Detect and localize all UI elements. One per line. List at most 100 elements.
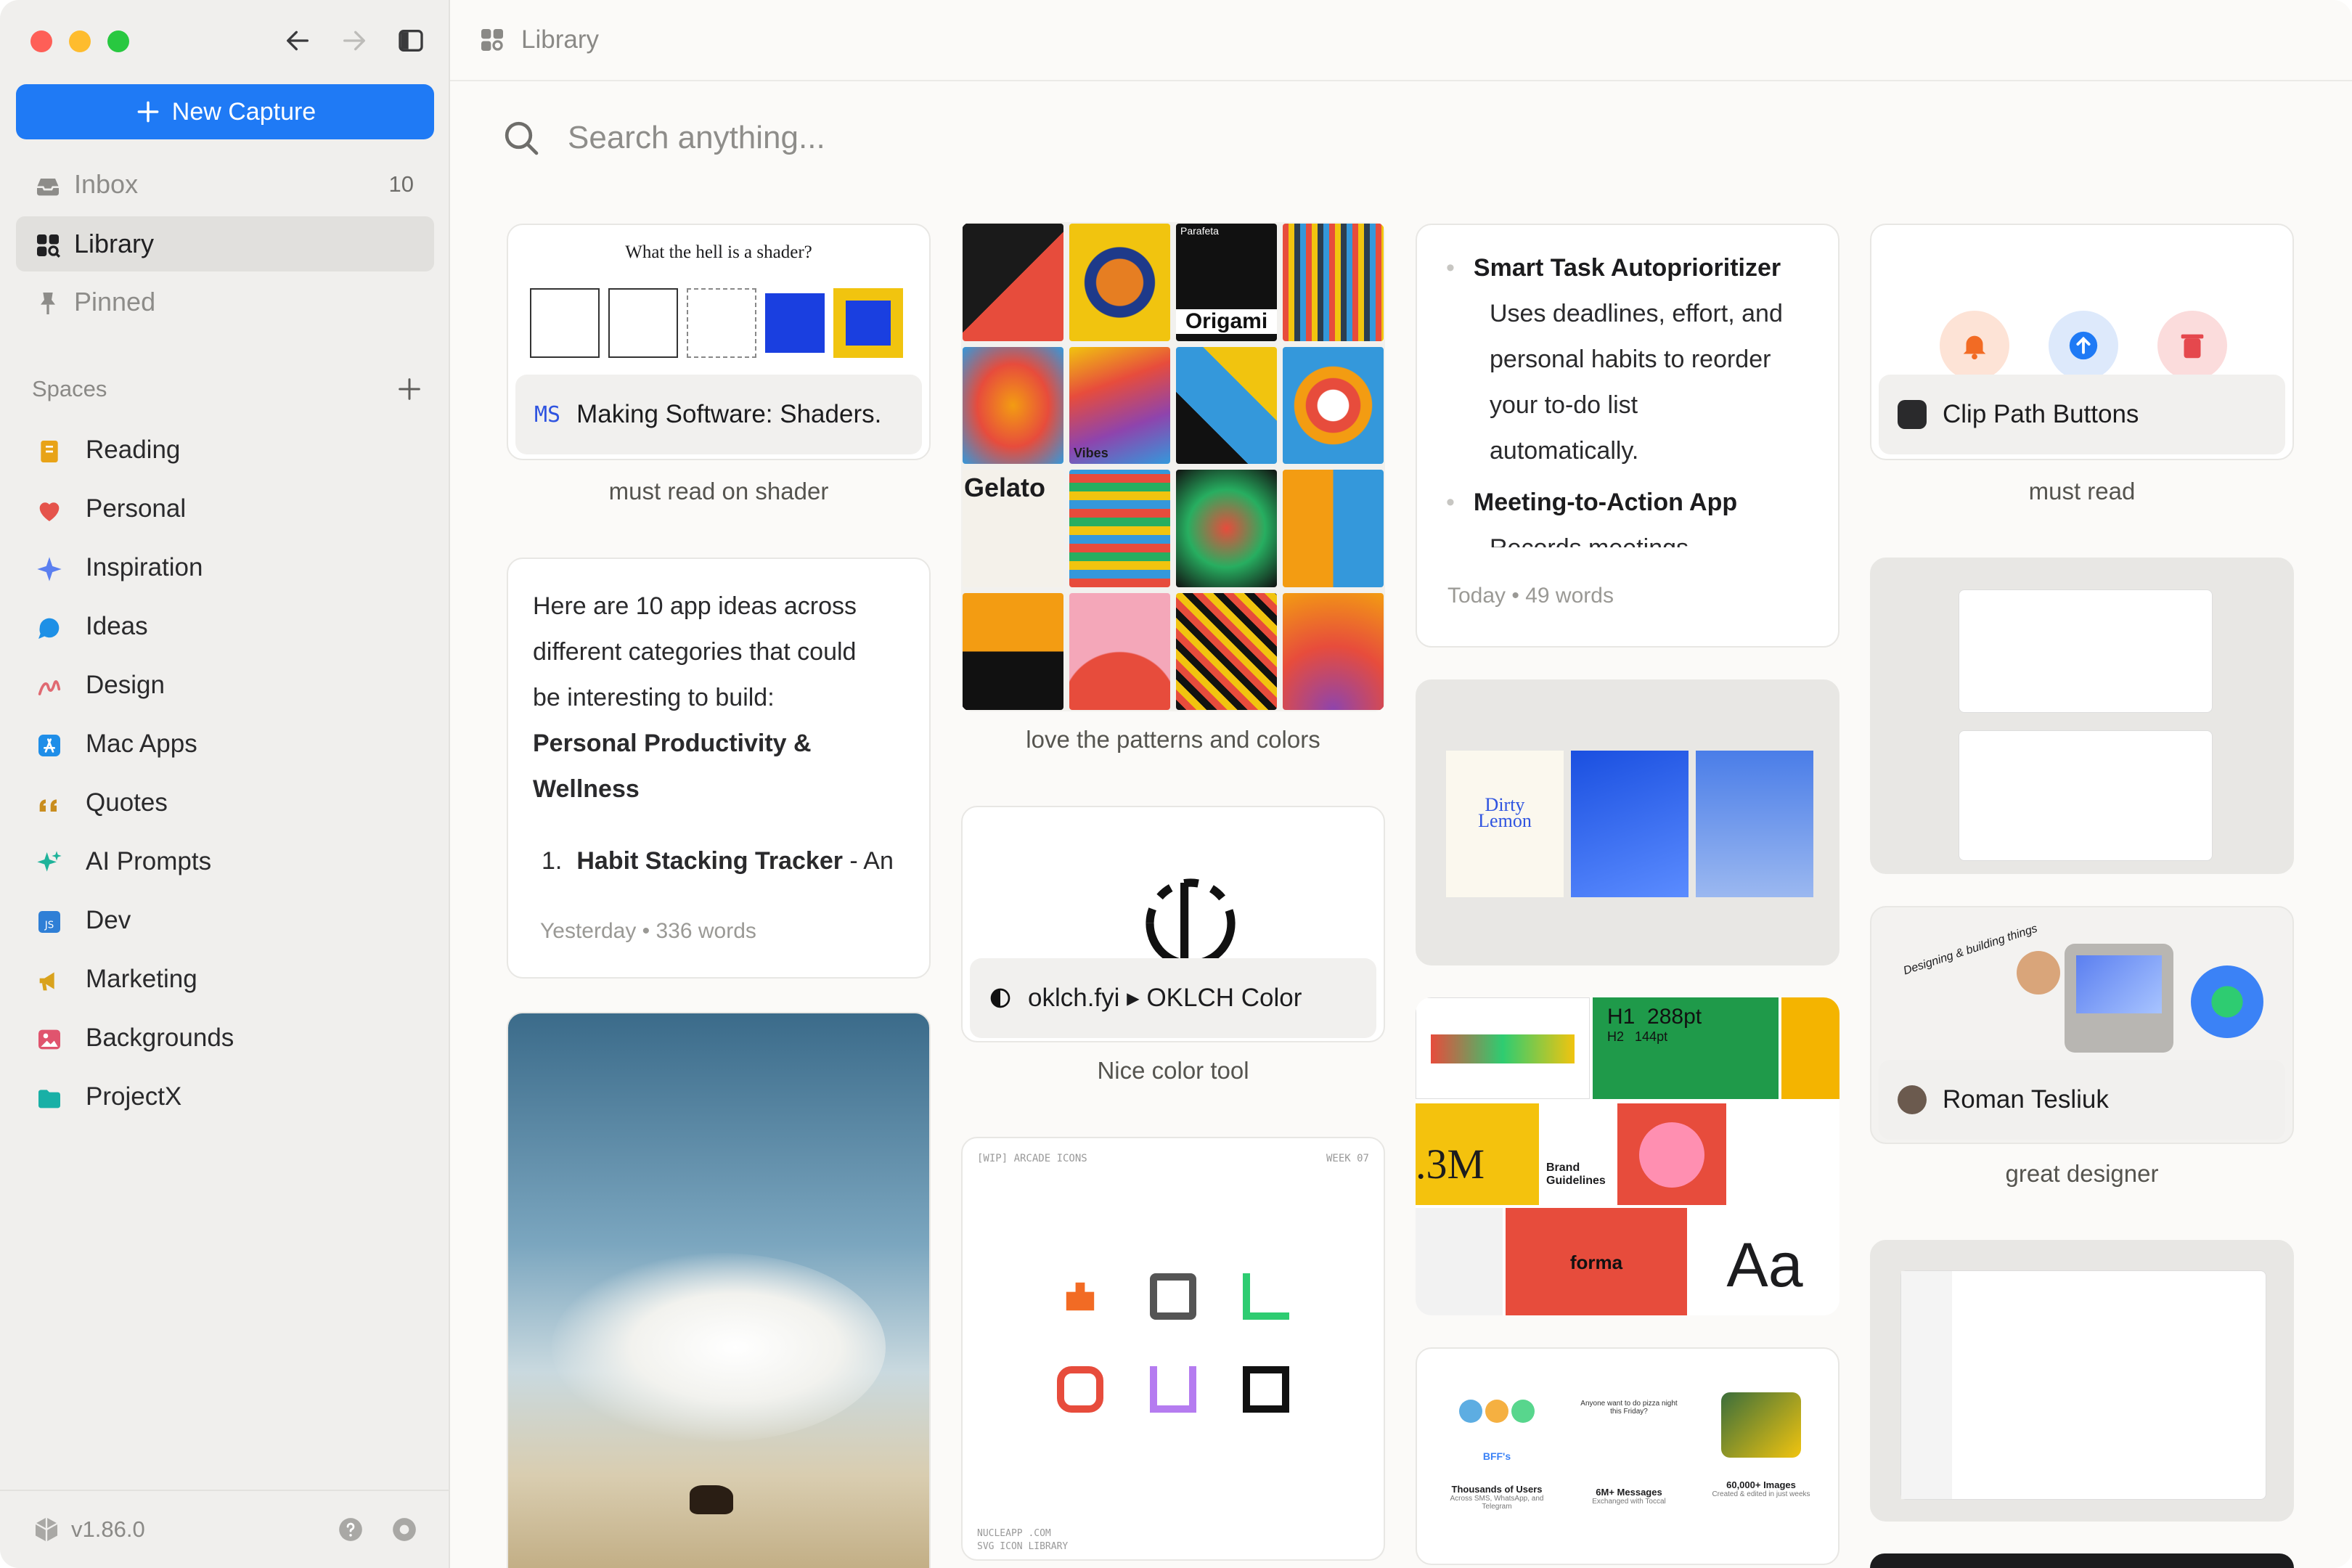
sidebar-space-mac-apps[interactable]: Mac Apps [16, 716, 434, 772]
new-capture-button[interactable]: New Capture [16, 84, 434, 139]
space-label: ProjectX [86, 1082, 182, 1111]
card-forma-brand[interactable]: H1 288pt H2 144pt .3M Brand Guidelines f… [1416, 997, 1839, 1315]
main-content: Library Search anything... What the hell… [450, 0, 2352, 1568]
list-item: 1. Habit Stacking Tracker - An [533, 838, 907, 884]
sidebar-space-quotes[interactable]: Quotes [16, 775, 434, 830]
oklch-title: oklch.fyi ▸ OKLCH Color [1028, 984, 1302, 1012]
heading-line: Personal Productivity & [533, 730, 812, 757]
card-dashboard-screen[interactable] [1870, 1240, 2294, 1522]
minimize-window-button[interactable] [69, 30, 91, 52]
dashboard-mock [1900, 1270, 2266, 1500]
avatar-sticker [2017, 951, 2060, 995]
shader-heading: What the hell is a shader? [625, 242, 812, 262]
heading-line: Wellness [533, 775, 640, 803]
search-input[interactable]: Search anything... [568, 120, 825, 156]
card-dark-partial[interactable] [1870, 1553, 2294, 1568]
space-label: AI Prompts [86, 847, 212, 875]
arcade-icons-grid [1057, 1273, 1289, 1413]
sidebar-space-design[interactable]: Design [16, 658, 434, 713]
bell-button [1940, 311, 2009, 380]
forward-arrow-icon[interactable] [340, 26, 369, 55]
text-line: Uses deadlines, effort, and [1490, 300, 1783, 327]
card-roman[interactable]: Designing & building things Roman Tesliu… [1870, 906, 2294, 1144]
card-shader[interactable]: What the hell is a shader? MS Making Sof… [507, 224, 931, 460]
card-oklch[interactable]: oklch.fyi ▸ OKLCH Color [961, 806, 1385, 1042]
half-circle-icon [990, 988, 1010, 1008]
dirty-lemon-page: Dirty Lemon [1446, 751, 1564, 897]
pattern-collage: Origami Parafeta Vibes Gelato [961, 222, 1385, 711]
shader-illustration [530, 283, 929, 363]
close-window-button[interactable] [30, 30, 52, 52]
card-clip-path[interactable]: Clip Path Buttons [1870, 224, 2294, 460]
stat-title: 6M+ Messages [1596, 1487, 1662, 1498]
sidebar-space-projectx[interactable]: ProjectX [16, 1069, 434, 1124]
card-dirty-lemon[interactable]: Dirty Lemon [1416, 679, 1839, 965]
arcade-footer-line2: SVG ICON LIBRARY [977, 1541, 1069, 1552]
stat-sub: Across SMS, WhatsApp, and Telegram [1450, 1495, 1544, 1511]
shader-caption: must read on shader [608, 478, 829, 505]
app-logo-icon [35, 1517, 58, 1542]
text-line: Here are 10 app ideas across [533, 592, 857, 620]
sidebar-item-inbox[interactable]: Inbox 10 [16, 157, 434, 212]
card-sisyphus-screens[interactable] [1870, 558, 2294, 874]
app-window: New Capture Inbox 10 Library Pinned Spac… [0, 0, 2352, 1568]
ai-sparkle-icon [37, 851, 62, 872]
sidebar-space-marketing[interactable]: Marketing [16, 952, 434, 1007]
top-bar: Library [450, 0, 2352, 81]
sidebar-item-library[interactable]: Library [16, 216, 434, 271]
computer-sticker [2065, 944, 2173, 1053]
card-arcade-icons[interactable]: [WIP] ARCADE ICONS WEEK 07 NUCLEAPP .COM… [961, 1137, 1385, 1561]
search-bar[interactable]: Search anything... [501, 118, 825, 158]
features-text: • Smart Task Autoprioritizer Uses deadlin… [1446, 245, 1816, 547]
card-app-features[interactable]: • Smart Task Autoprioritizer Uses deadlin… [1416, 224, 1839, 648]
pixel-globe-icon [1150, 1273, 1196, 1320]
space-label: Inspiration [86, 553, 203, 581]
sidebar: New Capture Inbox 10 Library Pinned Spac… [0, 0, 450, 1568]
sidebar-space-ai-prompts[interactable]: AI Prompts [16, 834, 434, 889]
patterns-caption: love the patterns and colors [1026, 726, 1320, 753]
inbox-count: 10 [388, 171, 414, 197]
avatar [1898, 1085, 1927, 1114]
roman-title-pill: Roman Tesliuk [1879, 1060, 2285, 1140]
chat-bubble: Anyone want to do pizza night this Frida… [1580, 1400, 1678, 1416]
version-label: v1.86.0 [71, 1516, 145, 1542]
shader-title: Making Software: Shaders. [576, 400, 882, 428]
sparkle-icon [37, 557, 62, 581]
type-h2: H2 [1607, 1029, 1625, 1044]
stat-sub: Created & edited in just weeks [1712, 1490, 1810, 1498]
sidebar-space-reading[interactable]: Reading [16, 422, 434, 478]
space-label: Ideas [86, 612, 148, 640]
screen-mock-2 [1959, 730, 2213, 861]
clip-path-title-pill: Clip Path Buttons [1879, 375, 2285, 454]
sidebar-toggle-icon[interactable] [396, 26, 425, 55]
pin-icon [41, 293, 55, 314]
sidebar-space-ideas[interactable]: Ideas [16, 599, 434, 654]
sidebar-space-inspiration[interactable]: Inspiration [16, 540, 434, 595]
space-label: Mac Apps [86, 730, 197, 758]
cloud-shape [552, 1253, 886, 1442]
space-label: Design [86, 671, 165, 699]
app-ideas-meta: Yesterday • 336 words [540, 919, 756, 943]
stat-title: Thousands of Users [1451, 1484, 1543, 1495]
oklch-caption: Nice color tool [1097, 1057, 1249, 1084]
app-store-icon [38, 735, 60, 756]
help-icon[interactable] [337, 1516, 364, 1543]
gelato-label: Gelato [964, 473, 1046, 502]
sidebar-space-personal[interactable]: Personal [16, 481, 434, 536]
sidebar-space-dev[interactable]: JS Dev [16, 893, 434, 948]
city-poster [1696, 751, 1813, 897]
space-label: Reading [86, 436, 181, 464]
add-space-icon[interactable] [395, 375, 424, 404]
card-horse-photo[interactable] [507, 1012, 931, 1568]
card-app-ideas[interactable]: Here are 10 app ideas across different c… [507, 558, 931, 979]
sidebar-item-label: Library [74, 229, 155, 258]
sidebar-item-pinned[interactable]: Pinned [16, 274, 434, 330]
zoom-window-button[interactable] [107, 30, 129, 52]
card-stats[interactable]: BFF's Thousands of Users Across SMS, Wha… [1416, 1347, 1839, 1565]
settings-gear-icon[interactable] [391, 1516, 418, 1543]
card-patterns[interactable]: Origami Parafeta Vibes Gelato [961, 222, 1385, 711]
back-arrow-icon[interactable] [283, 26, 312, 55]
bell-icon [1963, 335, 1986, 360]
pixel-face-icon [1057, 1366, 1103, 1413]
sidebar-space-backgrounds[interactable]: Backgrounds [16, 1010, 434, 1066]
